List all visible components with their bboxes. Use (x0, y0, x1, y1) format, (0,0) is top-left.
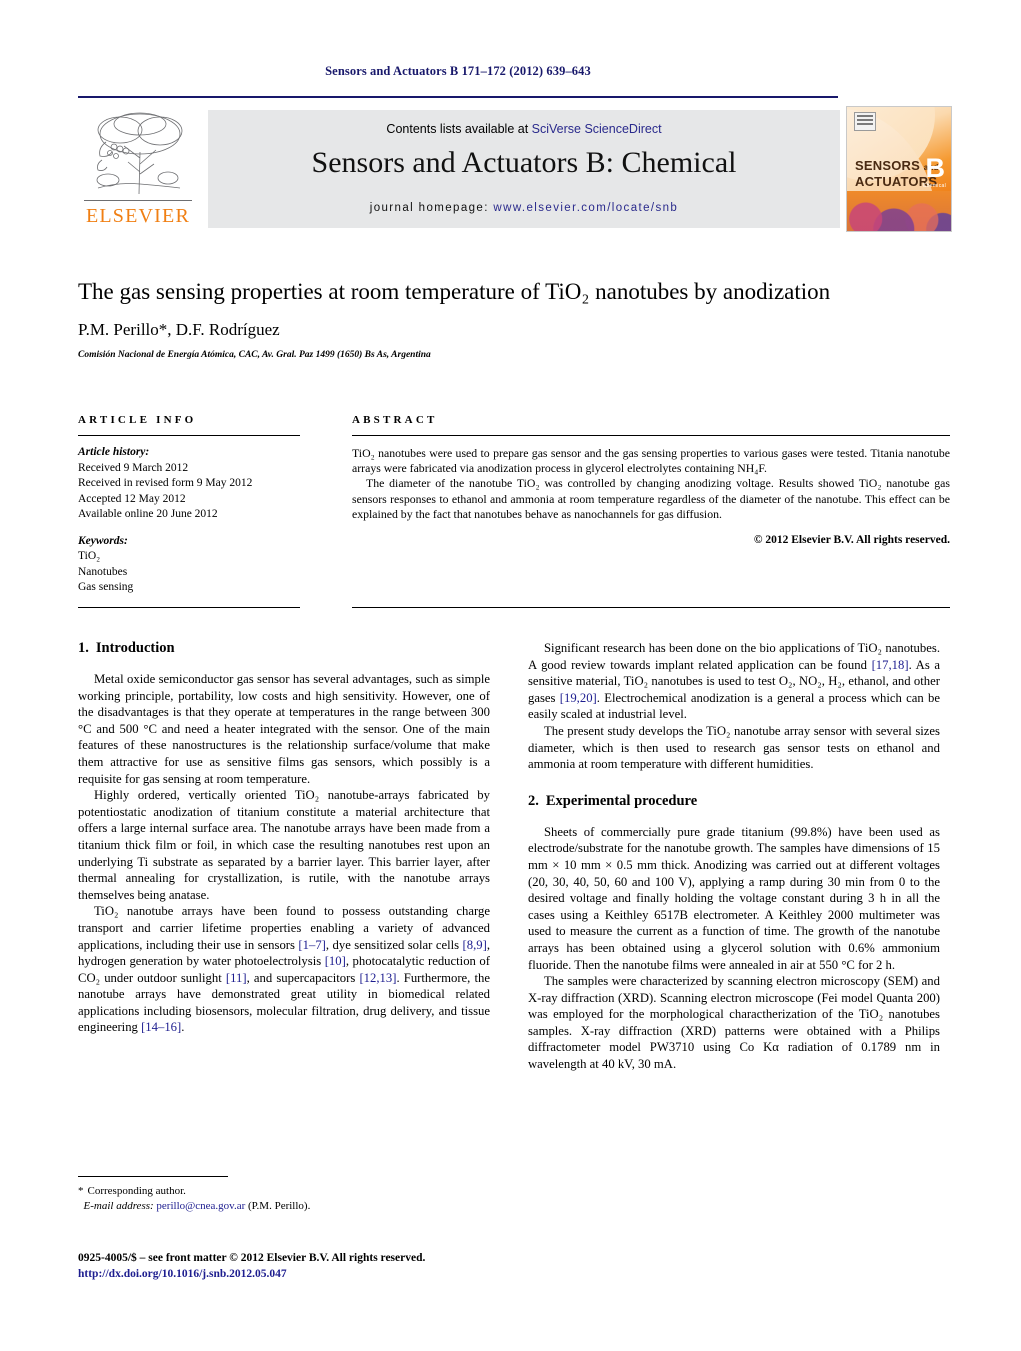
homepage-url[interactable]: www.elsevier.com/locate/snb (493, 202, 678, 214)
abstract-rule (352, 435, 950, 436)
citation-link[interactable]: [8,9] (463, 938, 487, 952)
elsevier-tree-icon (96, 112, 183, 195)
journal-masthead: ELSEVIER Contents lists available at Sci… (78, 104, 952, 232)
cover-subtitle: Chemical (922, 183, 946, 189)
keywords-block: Keywords: TiO₂ Nanotubes Gas sensing (78, 534, 300, 596)
paragraph-text: , and supercapacitors (246, 970, 360, 985)
citation-link[interactable]: [1–7] (298, 938, 325, 952)
section-title: Experimental procedure (545, 792, 698, 809)
article-info-column: ARTICLE INFO Article history: Received 9… (78, 414, 300, 596)
journal-cover-thumbnail: SENSORS and ACTUATORS B Chemical (846, 106, 952, 232)
contents-line: Contents lists available at SciVerse Sci… (208, 122, 840, 136)
copyright-line: © 2012 Elsevier B.V. All rights reserved… (753, 534, 950, 547)
header-rule (78, 96, 838, 98)
author-list: P.M. Perillo*, D.F. Rodríguez (78, 320, 280, 339)
history-item: Received 9 March 2012 (78, 461, 189, 474)
abstract-bottom-rule (352, 607, 950, 608)
doi-link[interactable]: http://dx.doi.org/10.1016/j.snb.2012.05.… (78, 1267, 578, 1283)
citation-link[interactable]: [14–16] (141, 1020, 181, 1034)
abstract-column: ABSTRACT TiO₂ nanotubes were used to pre… (352, 414, 950, 546)
cover-publisher-badge-icon (854, 112, 876, 131)
paragraph-text: , dye sensitized solar cells (325, 937, 463, 952)
abstract-heading: ABSTRACT (352, 414, 438, 426)
email-owner: (P.M. Perillo). (248, 1199, 311, 1212)
paragraph-text: . (181, 1020, 185, 1035)
citation-link[interactable]: [10] (325, 954, 346, 968)
masthead-panel: Contents lists available at SciVerse Sci… (208, 110, 840, 228)
paragraph: The present study develops the TiO₂ nano… (528, 723, 940, 772)
corresponding-author-text: Corresponding author. (87, 1185, 186, 1197)
page-title: The gas sensing properties at room tempe… (78, 279, 831, 304)
body-column-right: Significant research has been done on th… (528, 640, 940, 1073)
keyword-item: Nanotubes (78, 565, 128, 578)
title-block: The gas sensing properties at room tempe… (78, 278, 950, 360)
homepage-line: journal homepage: www.elsevier.com/locat… (208, 202, 840, 214)
article-history: Article history: Received 9 March 2012 R… (78, 445, 300, 523)
section-title: Introduction (95, 640, 175, 656)
article-info-rule (78, 435, 300, 436)
journal-title: Sensors and Actuators B: Chemical (311, 146, 737, 179)
homepage-label: journal homepage: (369, 202, 494, 214)
body-column-left: 1. Introduction Metal oxide semiconductor… (78, 640, 490, 1036)
elsevier-wordmark: ELSEVIER (85, 205, 191, 227)
article-history-label: Article history: (78, 446, 150, 458)
cover-line-1: SENSORS (855, 158, 920, 173)
email-label: E-mail address: (83, 1199, 154, 1212)
paragraph: Sheets of commercially pure grade titani… (528, 824, 940, 972)
paragraph: TiO₂ nanotube arrays have been found to … (78, 903, 490, 1036)
footnote-block: * Corresponding author. E-mail address: p… (78, 1184, 490, 1213)
history-item: Available online 20 June 2012 (78, 508, 218, 520)
paragraph: Significant research has been done on th… (528, 640, 940, 723)
citation-link[interactable]: [12,13] (359, 971, 396, 985)
corresponding-author-marker: * (78, 1185, 84, 1197)
cover-artwork (847, 191, 951, 231)
keyword-item: Gas sensing (78, 581, 134, 593)
citation-link[interactable]: [11] (226, 971, 247, 985)
sciencedirect-link[interactable]: SciVerse ScienceDirect (532, 122, 662, 136)
paragraph: The samples were characterized by scanni… (528, 974, 940, 1072)
abstract-paragraph: The diameter of the nanotube TiO₂ was co… (352, 476, 950, 521)
abstract-body: TiO₂ nanotubes were used to prepare gas … (352, 446, 950, 522)
paragraph: Metal oxide semiconductor gas sensor has… (78, 672, 490, 786)
section-number: 2. (528, 792, 539, 809)
logo-baseline (84, 200, 192, 201)
abstract-paragraph: TiO₂ nanotubes were used to prepare gas … (352, 446, 950, 476)
citation-link[interactable]: [19,20] (560, 691, 597, 705)
email-link[interactable]: perillo@cnea.gov.ar (156, 1200, 245, 1212)
elsevier-logo: ELSEVIER (78, 108, 198, 230)
footnote-rule (78, 1176, 228, 1177)
contents-prefix: Contents lists available at (386, 122, 532, 136)
cover-series-letter: B (925, 153, 946, 183)
section-heading-introduction: 1. Introduction (78, 640, 490, 657)
running-head: Sensors and Actuators B 171–172 (2012) 6… (325, 64, 591, 78)
keywords-label: Keywords: (78, 534, 128, 547)
keyword-item: TiO₂ (78, 550, 101, 562)
history-item: Received in revised form 9 May 2012 (78, 477, 253, 489)
citation-link[interactable]: [17,18] (872, 658, 909, 672)
article-info-heading: ARTICLE INFO (78, 414, 197, 426)
history-item: Accepted 12 May 2012 (78, 492, 186, 505)
page-footer: 0925-4005/$ – see front matter © 2012 El… (78, 1251, 578, 1282)
article-info-bottom-rule (78, 607, 300, 608)
article-page: Sensors and Actuators B 171–172 (2012) 6… (0, 0, 1021, 1351)
affiliation: Comisión Nacional de Energía Atómica, CA… (78, 350, 431, 360)
section-number: 1. (78, 640, 89, 656)
issn-copyright-line: 0925-4005/$ – see front matter © 2012 El… (78, 1252, 426, 1264)
paragraph: Highly ordered, vertically oriented TiO₂… (78, 788, 490, 902)
section-heading-experimental: 2. Experimental procedure (528, 793, 940, 810)
